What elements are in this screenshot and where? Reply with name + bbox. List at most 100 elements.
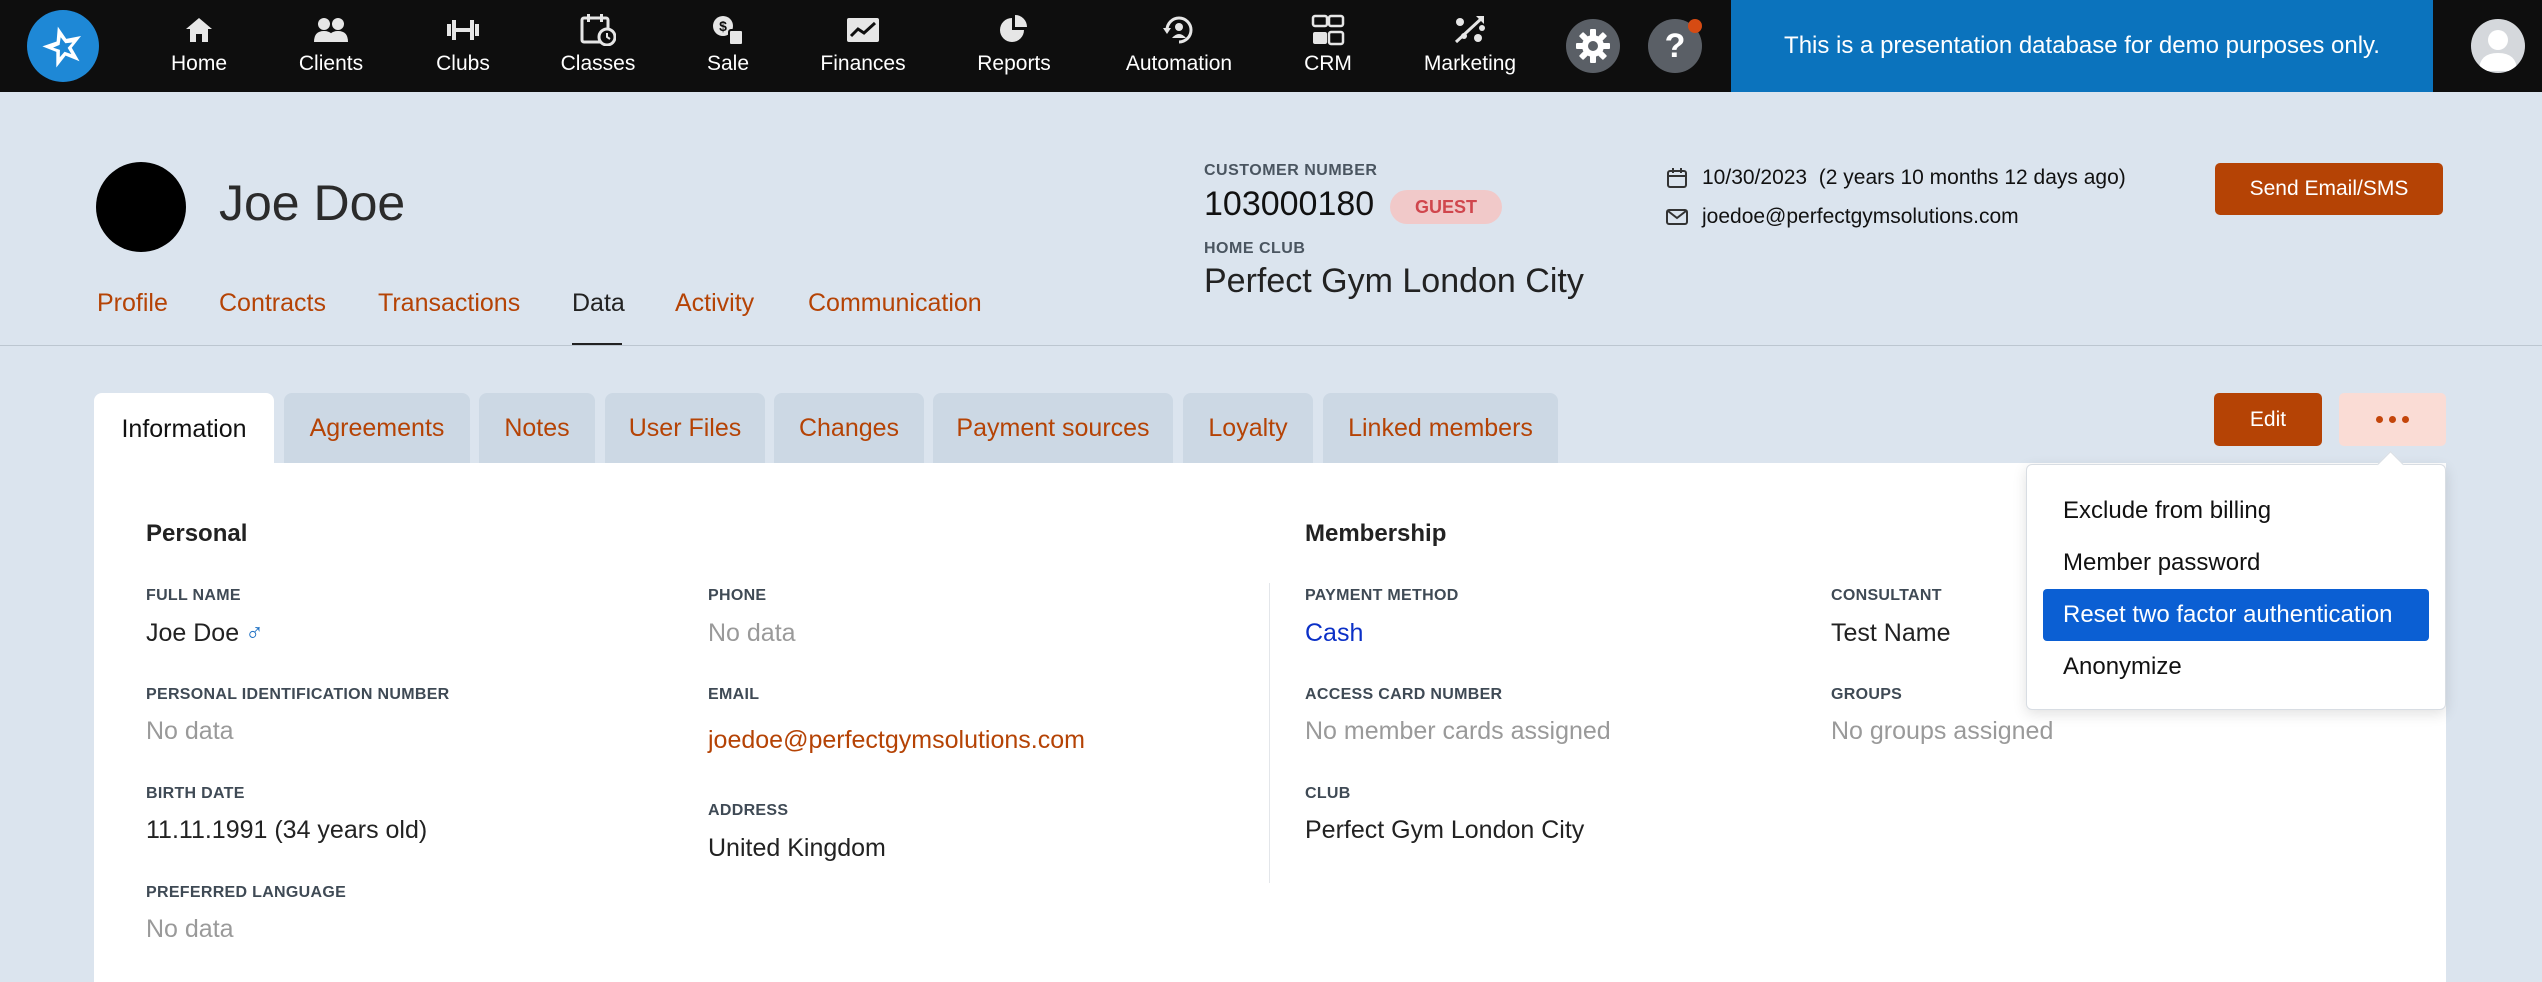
send-email-sms-button[interactable]: Send Email/SMS (2215, 163, 2443, 215)
svg-text:$: $ (719, 18, 727, 34)
demo-banner: This is a presentation database for demo… (1731, 0, 2433, 92)
male-gender-icon: ♂ (245, 619, 264, 647)
nav-finances[interactable]: Finances (820, 0, 906, 92)
clients-icon (314, 18, 348, 42)
tab-activity[interactable]: Activity (675, 289, 754, 318)
user-avatar[interactable] (2471, 19, 2525, 73)
customer-number-label: CUSTOMER NUMBER (1204, 162, 1378, 179)
subtab-linked-members[interactable]: Linked members (1323, 393, 1558, 463)
nav-crm[interactable]: CRM (1304, 0, 1352, 92)
nav-label: Clubs (436, 52, 490, 75)
nav-clubs[interactable]: Clubs (434, 0, 492, 92)
subtab-changes[interactable]: Changes (774, 393, 924, 463)
nav-label: Reports (977, 52, 1051, 75)
subtab-loyalty[interactable]: Loyalty (1183, 393, 1313, 463)
nav-classes[interactable]: Classes (560, 0, 636, 92)
header-divider (0, 345, 2542, 346)
address-label: ADDRESS (708, 802, 789, 819)
member-avatar (96, 162, 186, 252)
subtab-agreements[interactable]: Agreements (284, 393, 470, 463)
personal-section-title: Personal (146, 520, 248, 547)
help-button[interactable]: ? (1648, 19, 1702, 73)
dot-icon (2389, 416, 2396, 423)
automation-icon (1163, 16, 1193, 44)
tab-profile[interactable]: Profile (97, 289, 168, 318)
club-value: Perfect Gym London City (1305, 816, 1585, 844)
star-logo-icon (42, 26, 82, 68)
top-navigation: Home Clients Clubs Classes $ Sale Financ… (0, 0, 2542, 92)
sale-icon: $ (713, 16, 744, 46)
tab-contracts[interactable]: Contracts (219, 289, 326, 318)
phone-value: No data (708, 619, 796, 647)
nav-label: Sale (706, 52, 750, 75)
column-divider (1269, 583, 1270, 883)
subtab-payment-sources[interactable]: Payment sources (933, 393, 1173, 463)
nav-home[interactable]: Home (166, 0, 232, 92)
payment-method-label: PAYMENT METHOD (1305, 587, 1459, 604)
nav-sale[interactable]: $ Sale (706, 0, 750, 92)
customer-number: 103000180 (1204, 185, 1375, 223)
menu-item-exclude-billing[interactable]: Exclude from billing (2043, 485, 2429, 537)
full-name-text: Joe Doe (146, 619, 240, 647)
language-value: No data (146, 915, 234, 943)
subtab-notes[interactable]: Notes (479, 393, 595, 463)
nav-clients[interactable]: Clients (296, 0, 366, 92)
subtab-information[interactable]: Information (94, 393, 274, 465)
nav-label: Marketing (1423, 52, 1517, 75)
app-logo[interactable] (27, 10, 99, 82)
home-club-label: HOME CLUB (1204, 240, 1306, 257)
join-date: 10/30/2023 (2 years 10 months 12 days ag… (1702, 166, 2126, 189)
nav-label: CRM (1304, 52, 1352, 75)
email-row: joedoe@perfectgymsolutions.com (1666, 205, 2019, 229)
nav-label: Finances (820, 52, 906, 75)
email-link[interactable]: joedoe@perfectgymsolutions.com (708, 726, 1085, 755)
consultant-label: CONSULTANT (1831, 587, 1942, 604)
birth-date-label: BIRTH DATE (146, 785, 245, 802)
gear-icon (1576, 29, 1610, 63)
access-card-label: ACCESS CARD NUMBER (1305, 686, 1503, 703)
consultant-value: Test Name (1831, 619, 1951, 647)
header-email[interactable]: joedoe@perfectgymsolutions.com (1702, 205, 2019, 229)
dot-icon (2402, 416, 2409, 423)
nav-automation[interactable]: Automation (1124, 0, 1234, 92)
tab-transactions[interactable]: Transactions (378, 289, 520, 318)
pin-label: PERSONAL IDENTIFICATION NUMBER (146, 686, 450, 703)
clubs-icon (447, 20, 479, 40)
menu-item-anonymize[interactable]: Anonymize (2043, 641, 2429, 693)
language-label: PREFERRED LANGUAGE (146, 884, 347, 901)
nav-reports[interactable]: Reports (976, 0, 1052, 92)
groups-label: GROUPS (1831, 686, 1903, 703)
nav-label: Home (170, 52, 228, 75)
question-icon: ? (1664, 26, 1686, 65)
member-name: Joe Doe (219, 175, 406, 231)
full-name-value: Joe Doe ♂ (146, 619, 264, 648)
address-value: United Kingdom (708, 834, 886, 862)
full-name-label: FULL NAME (146, 587, 241, 604)
edit-button[interactable]: Edit (2214, 393, 2322, 446)
reports-icon (1000, 15, 1027, 42)
nav-label: Clients (298, 52, 364, 75)
settings-button[interactable] (1566, 19, 1620, 73)
menu-item-member-password[interactable]: Member password (2043, 537, 2429, 589)
menu-item-reset-2fa[interactable]: Reset two factor authentication (2043, 589, 2429, 641)
more-options-button[interactable] (2339, 393, 2446, 446)
calendar-icon (1667, 168, 1687, 188)
groups-value: No groups assigned (1831, 717, 2054, 745)
nav-label: Classes (560, 52, 636, 75)
payment-method-link[interactable]: Cash (1305, 619, 1363, 648)
email-label: EMAIL (708, 686, 760, 703)
finances-icon (847, 18, 879, 42)
envelope-icon (1666, 209, 1688, 225)
birth-date-value: 11.11.1991 (34 years old) (146, 816, 428, 844)
join-date-row: 10/30/2023 (2 years 10 months 12 days ag… (1666, 166, 2126, 190)
pin-value: No data (146, 717, 234, 745)
classes-icon (580, 14, 616, 46)
subtab-user-files[interactable]: User Files (605, 393, 765, 463)
nav-marketing[interactable]: Marketing (1422, 0, 1518, 92)
user-icon (2479, 30, 2517, 71)
tab-communication[interactable]: Communication (808, 289, 982, 318)
tab-data[interactable]: Data (572, 289, 625, 318)
more-options-menu: Exclude from billing Member password Res… (2026, 464, 2446, 710)
access-card-value: No member cards assigned (1305, 717, 1611, 745)
phone-label: PHONE (708, 587, 767, 604)
